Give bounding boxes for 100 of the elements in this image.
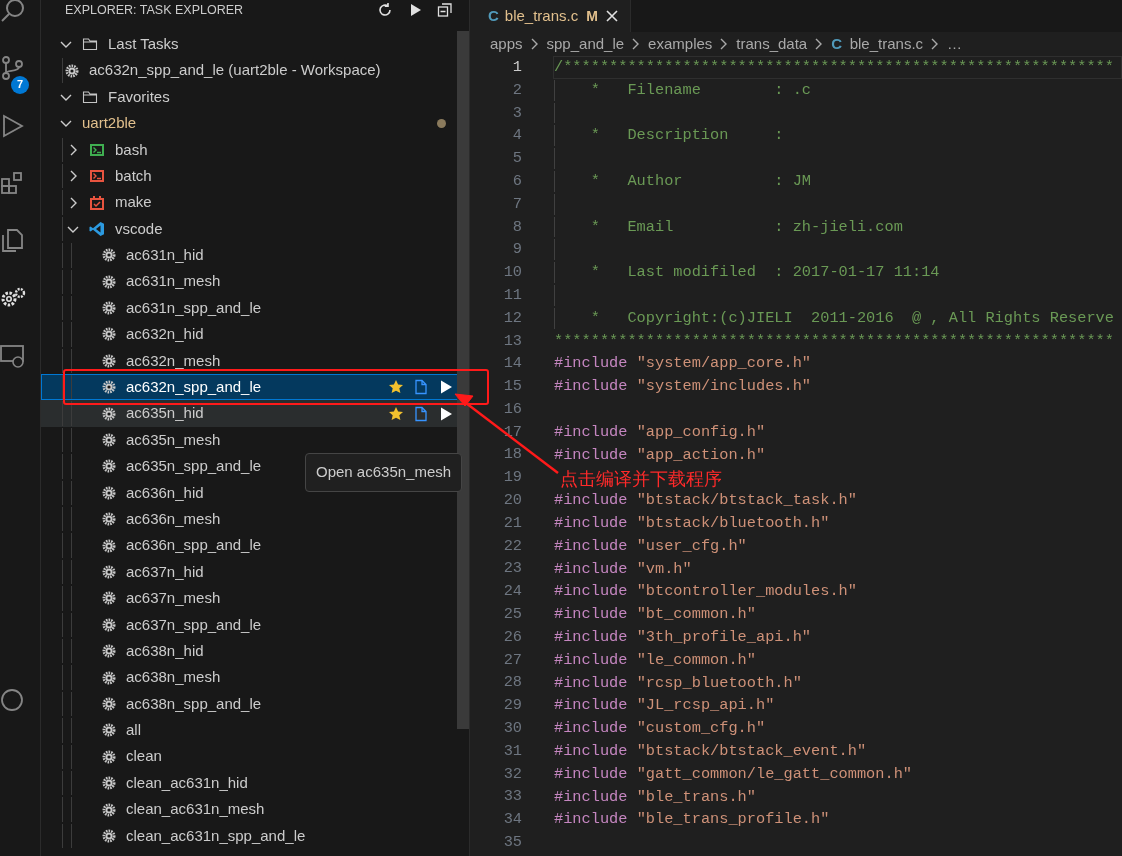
code-line: "btstack/btstack_task.h" <box>636 491 857 510</box>
code-line: #include <box>554 627 628 646</box>
star-icon[interactable] <box>388 379 404 396</box>
search-icon[interactable] <box>0 0 26 24</box>
code-line: "ble_trans.h" <box>636 787 756 806</box>
remote-icon[interactable] <box>0 342 26 369</box>
tree-item-label[interactable]: ac636n_hid <box>126 481 204 505</box>
file-icon[interactable] <box>413 379 429 396</box>
code-line: #include <box>554 810 628 829</box>
code-line: "system/includes.h" <box>636 377 812 396</box>
tree-item-label[interactable]: ac636n_mesh <box>126 507 221 531</box>
refresh-icon[interactable] <box>377 2 393 18</box>
code-line: * Author : JM <box>589 172 812 190</box>
tree-item-label[interactable]: ac637n_hid <box>126 560 204 584</box>
tree-item-label[interactable]: ac637n_spp_and_le <box>126 613 262 637</box>
tree-item-label[interactable]: clean <box>126 745 162 768</box>
code-line: "custom_cfg.h" <box>636 719 766 738</box>
c-file-icon: C <box>831 32 843 56</box>
star-icon[interactable] <box>388 405 404 422</box>
gear-icon <box>102 433 116 448</box>
code-line: "btstack/bluetooth.h" <box>636 513 830 532</box>
tree-item-label[interactable]: all <box>126 719 141 742</box>
tree-item-label[interactable]: ac635n_spp_and_le <box>126 455 262 478</box>
panel-title: EXPLORER: TASK EXPLORER <box>65 2 244 18</box>
code-line: "rcsp_bluetooth.h" <box>636 673 802 692</box>
gear-icon <box>102 565 116 579</box>
code-line: /************************************************************ <box>554 58 1114 76</box>
breadcrumb-item[interactable]: apps <box>490 32 523 56</box>
code-line: #include <box>554 764 628 783</box>
code-line: "JL_rcsp_api.h" <box>636 696 775 715</box>
line-number: 19 <box>502 467 522 489</box>
code-line: * Description : <box>589 126 784 145</box>
gear-icon <box>102 485 116 500</box>
annotation-text: 点击编译并下载程序 <box>560 467 722 491</box>
tree-item-label[interactable]: vscode <box>115 217 163 241</box>
tree-item-label[interactable]: ac636n_spp_and_le <box>126 534 262 557</box>
tree-item-label[interactable]: clean_ac631n_mesh <box>126 798 265 821</box>
tree-item-label[interactable]: ac635n_hid <box>126 402 204 425</box>
breadcrumb-item[interactable]: examples <box>648 32 713 56</box>
code-line: #include <box>554 559 628 578</box>
close-icon[interactable] <box>603 8 620 24</box>
code-line: #include <box>554 741 628 760</box>
tree-item-label[interactable]: ac638n_mesh <box>126 666 221 689</box>
breadcrumb-item[interactable]: trans_data <box>736 32 808 56</box>
gear-icon <box>102 538 116 553</box>
code-line: #include <box>554 650 628 669</box>
gear-icon <box>102 723 116 738</box>
editor-tab[interactable]: C ble_trans.c M <box>470 0 631 32</box>
breadcrumb-item[interactable]: ble_trans.c <box>849 32 924 56</box>
breadcrumb-item[interactable]: … <box>947 32 963 56</box>
tree-item-label[interactable]: ac635n_mesh <box>126 428 221 452</box>
code-line: "vm.h" <box>636 559 692 578</box>
code-line: * Email : zh-jieli.com <box>589 217 903 236</box>
files-icon[interactable] <box>0 227 26 254</box>
tree-item-label[interactable]: ac632n_mesh <box>126 349 221 373</box>
line-number: 10 <box>502 262 522 284</box>
tree-item-label[interactable]: Last Tasks <box>108 32 179 56</box>
code-line: "app_config.h" <box>636 422 766 441</box>
scrollbar-thumb[interactable] <box>457 31 469 729</box>
tree-item-label[interactable]: clean_ac631n_hid <box>126 771 248 795</box>
line-number: 12 <box>502 307 522 329</box>
tree-item-label[interactable]: ac637n_mesh <box>126 587 221 610</box>
tree-item-label[interactable]: ac631n_spp_and_le <box>126 296 262 320</box>
tooltip: Open ac635n_mesh <box>305 453 463 492</box>
line-number: 9 <box>511 239 522 261</box>
collapse-all-icon[interactable] <box>437 2 453 18</box>
play-icon[interactable] <box>438 379 454 396</box>
tree-item-label[interactable]: ac638n_hid <box>126 639 204 663</box>
tree-item-label[interactable]: ac632n_spp_and_le (uart2ble - Workspace) <box>89 59 381 82</box>
tree-item-label[interactable]: bash <box>115 138 148 161</box>
line-number: 21 <box>502 512 522 534</box>
tree-item-label[interactable]: uart2ble <box>82 112 137 135</box>
branch-icon[interactable] <box>0 55 26 82</box>
code-line: "3th_profile_api.h" <box>636 627 812 646</box>
code-line: #include <box>554 422 628 441</box>
code-line: "le_common.h" <box>636 650 756 669</box>
play-icon[interactable] <box>438 405 454 422</box>
tree-item-label[interactable]: Favorites <box>108 85 170 109</box>
gear-icon <box>102 353 116 368</box>
code-line: * Filename : .c <box>589 80 812 99</box>
code-line: #include <box>554 582 628 601</box>
line-number: 35 <box>502 832 522 854</box>
code-line: #include <box>554 377 628 396</box>
tree-item-label[interactable]: ac631n_hid <box>126 244 204 267</box>
gear-icon <box>102 802 116 817</box>
tree-item-label[interactable]: ac632n_hid <box>126 323 204 346</box>
code-line: #include <box>554 673 628 692</box>
gear-icon <box>102 644 116 659</box>
tree-item-label[interactable]: ac638n_spp_and_le <box>126 692 262 716</box>
tree-item-label[interactable]: batch <box>115 164 152 188</box>
code-line: "system/app_core.h" <box>636 354 812 373</box>
file-icon[interactable] <box>413 405 429 422</box>
run-icon[interactable] <box>0 112 26 139</box>
gear-icon <box>102 591 116 606</box>
tree-item-label[interactable]: clean_ac631n_spp_and_le <box>126 824 306 848</box>
breadcrumb-item[interactable]: spp_and_le <box>546 32 625 56</box>
gear-icon <box>102 301 116 316</box>
tree-item-label[interactable]: make <box>115 191 152 214</box>
line-number: 22 <box>502 535 522 557</box>
tree-item-label[interactable]: ac631n_mesh <box>126 270 221 293</box>
